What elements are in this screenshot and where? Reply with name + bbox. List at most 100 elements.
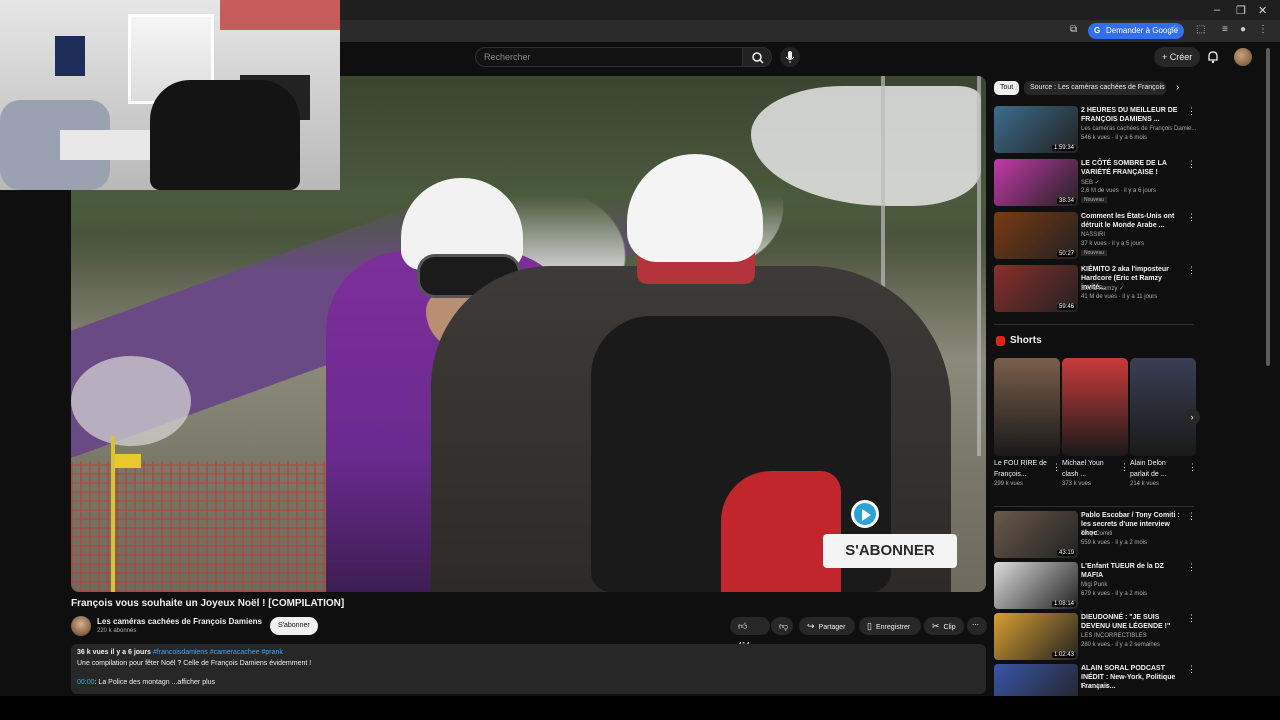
recommendation-meta: 37 k vues · il y a 5 jours bbox=[1081, 241, 1145, 247]
divider bbox=[994, 324, 1194, 325]
recommendation-item[interactable]: 59:46 KIÉMITO 2 aka l'imposteur Hardcore … bbox=[994, 265, 1196, 313]
bookmark-star-icon[interactable]: ☆ bbox=[1170, 24, 1179, 35]
new-badge: Nouveau bbox=[1081, 250, 1108, 256]
recommendation-item[interactable]: 1:02:43 DIEUDONNÉ : "JE SUIS DEVENU UNE L… bbox=[994, 613, 1196, 661]
more-options-icon[interactable]: ⋮ bbox=[1187, 212, 1196, 223]
subscribe-button[interactable]: S'abonner bbox=[270, 617, 318, 635]
recommendation-channel[interactable]: Les caméras cachées de François Damie... bbox=[1081, 126, 1196, 132]
recommendation-channel[interactable]: Tony Comiti bbox=[1081, 531, 1112, 537]
close-icon[interactable]: ✕ bbox=[1258, 4, 1267, 17]
video-title: François vous souhaite un Joyeux Noël ! … bbox=[71, 598, 345, 609]
save-button[interactable]: ▯ Enregistrer bbox=[859, 617, 921, 635]
profile-icon[interactable]: ● bbox=[1240, 24, 1246, 35]
recommendation-channel[interactable]: SEB ✓ bbox=[1081, 179, 1100, 186]
marker-flag bbox=[115, 454, 141, 468]
short-views: 373 k vues bbox=[1062, 481, 1092, 487]
hashtags[interactable]: #francoisdamiens #cameracachee #prank bbox=[153, 649, 283, 656]
recommendation-channel[interactable]: TeamAssit bbox=[1081, 684, 1109, 690]
description-chapter: 00:00: La Police des montagn ...afficher… bbox=[77, 679, 215, 686]
recommendation-meta: 679 k vues · il y a 2 mois bbox=[1081, 591, 1148, 597]
search-button[interactable] bbox=[742, 47, 772, 67]
minimize-icon[interactable]: – bbox=[1214, 4, 1220, 16]
channel-name[interactable]: Les caméras cachées de François Damiens bbox=[97, 617, 262, 626]
recommendation-channel[interactable]: NASSIRI bbox=[1081, 232, 1105, 238]
recommendation-channel[interactable]: Migi Punk bbox=[1081, 582, 1107, 588]
share-button[interactable]: ↪ Partager bbox=[799, 617, 855, 635]
more-options-icon[interactable]: ⋮ bbox=[1187, 511, 1196, 522]
recommendation-title[interactable]: L'Enfant TUEUR de la DZ MAFIA bbox=[1081, 562, 1185, 580]
recommendation-title[interactable]: 2 HEURES DU MEILLEUR DE FRANÇOIS DAMIENS… bbox=[1081, 106, 1185, 124]
chevron-right-icon[interactable]: › bbox=[1176, 82, 1179, 93]
recommendation-channel[interactable]: LES INCORRECTIBLES bbox=[1081, 633, 1147, 639]
short-item[interactable]: Le FOU RIRE de François... 299 k vues ⋮ bbox=[994, 358, 1061, 487]
dislike-button[interactable]: 👎︎ bbox=[771, 617, 793, 635]
more-options-icon[interactable]: ⋮ bbox=[1052, 462, 1061, 473]
short-title[interactable]: Alain Delon parlait de ... bbox=[1130, 458, 1186, 480]
clip-button[interactable]: ✂ Clip bbox=[924, 617, 964, 635]
short-title[interactable]: Michael Youn clash ... bbox=[1062, 458, 1118, 480]
recommendation-item[interactable]: 50:27 Comment les États-Unis ont détruit … bbox=[994, 212, 1196, 260]
more-options-icon[interactable]: ⋮ bbox=[1187, 265, 1196, 276]
show-more-link[interactable]: ...afficher plus bbox=[172, 679, 215, 686]
gaming-chair bbox=[150, 80, 300, 190]
save-label: Enregistrer bbox=[875, 624, 911, 631]
notifications-bell-icon[interactable] bbox=[1206, 50, 1220, 64]
shorts-next-button[interactable]: › bbox=[1184, 409, 1200, 425]
page-scrollbar[interactable] bbox=[1266, 48, 1270, 366]
recommendation-title[interactable]: LE CÔTÉ SOMBRE DE LA VARIÉTÉ FRANÇAISE ! bbox=[1081, 159, 1185, 177]
thumbs-down-icon: 👎︎ bbox=[779, 621, 789, 631]
search-input[interactable]: Rechercher bbox=[475, 47, 743, 67]
more-options-icon[interactable]: ⋮ bbox=[1120, 462, 1129, 473]
scissors-icon: ✂ bbox=[932, 621, 940, 631]
chip-source[interactable]: Source : Les caméras cachées de François… bbox=[1024, 81, 1166, 95]
recommendation-channel[interactable]: Eric & Ramzy ✓ bbox=[1081, 285, 1124, 292]
menu-icon[interactable]: ⋮ bbox=[1258, 24, 1268, 35]
share-icon: ↪ bbox=[807, 621, 815, 631]
recommendation-item[interactable]: 43:19 Pablo Escobar / Tony Comiti : les s… bbox=[994, 511, 1196, 559]
short-thumbnail[interactable] bbox=[1062, 358, 1128, 456]
more-options-icon[interactable]: ⋮ bbox=[1187, 106, 1196, 117]
recommendation-item[interactable]: 38:34 LE CÔTÉ SOMBRE DE LA VARIÉTÉ FRANÇA… bbox=[994, 159, 1196, 207]
recommendation-item[interactable]: 1:08:14 L'Enfant TUEUR de la DZ MAFIA Migi… bbox=[994, 562, 1196, 610]
short-title[interactable]: Le FOU RIRE de François... bbox=[994, 458, 1050, 480]
short-thumbnail[interactable] bbox=[994, 358, 1060, 456]
more-icon: ⋯ bbox=[972, 622, 979, 629]
subscriber-count: 220 k abonnés bbox=[97, 628, 137, 634]
install-icon[interactable]: ⧉ bbox=[1070, 24, 1077, 35]
create-button[interactable]: + Créer bbox=[1154, 47, 1201, 67]
more-options-icon[interactable]: ⋮ bbox=[1187, 562, 1196, 573]
more-options-icon[interactable]: ⋮ bbox=[1187, 159, 1196, 170]
upload-date: il y a 6 jours bbox=[110, 649, 151, 656]
more-options-icon[interactable]: ⋮ bbox=[1188, 462, 1197, 473]
maximize-icon[interactable]: ❐ bbox=[1236, 4, 1246, 17]
chapter-timestamp[interactable]: 00:00 bbox=[77, 679, 95, 686]
wall-poster bbox=[55, 36, 85, 76]
chip-all[interactable]: Tout bbox=[994, 81, 1020, 95]
duration-badge: 38:34 bbox=[1056, 198, 1076, 204]
divider bbox=[994, 506, 1194, 507]
microphone-icon bbox=[785, 51, 795, 63]
short-views: 299 k vues bbox=[994, 481, 1024, 487]
search-icon bbox=[752, 52, 764, 64]
more-options-icon[interactable]: ⋮ bbox=[1187, 613, 1196, 624]
extensions-icon[interactable]: ⬚ bbox=[1196, 24, 1205, 35]
subscribe-overlay[interactable]: S'ABONNER bbox=[823, 534, 957, 568]
channel-avatar[interactable] bbox=[71, 616, 91, 636]
recommendation-title[interactable]: DIEUDONNÉ : "JE SUIS DEVENU UNE LÉGENDE … bbox=[1081, 613, 1185, 631]
short-thumbnail[interactable] bbox=[1130, 358, 1196, 456]
shorts-icon bbox=[996, 336, 1005, 346]
account-avatar[interactable] bbox=[1234, 48, 1252, 66]
more-options-icon[interactable]: ⋮ bbox=[1187, 664, 1196, 675]
new-badge: Nouveau bbox=[1081, 197, 1108, 203]
like-button[interactable]: 👍︎414 bbox=[730, 617, 770, 649]
voice-search-button[interactable] bbox=[780, 47, 800, 67]
recommendation-title[interactable]: Comment les États-Unis ont détruit le Mo… bbox=[1081, 212, 1185, 230]
more-actions-button[interactable]: ⋯ bbox=[967, 617, 987, 635]
short-item[interactable]: Michael Youn clash ... 373 k vues ⋮ bbox=[1062, 358, 1129, 487]
tab-search-icon[interactable]: ≡ bbox=[1222, 24, 1228, 35]
duration-badge: 1:08:14 bbox=[1051, 601, 1076, 607]
duration-badge: 43:19 bbox=[1056, 550, 1076, 556]
description-box[interactable]: 36 k vues il y a 6 jours #francoisdamien… bbox=[71, 644, 986, 694]
recommendation-item[interactable]: 1:59:34 2 HEURES DU MEILLEUR DE FRANÇOIS … bbox=[994, 106, 1196, 154]
clip-label: Clip bbox=[943, 624, 956, 631]
